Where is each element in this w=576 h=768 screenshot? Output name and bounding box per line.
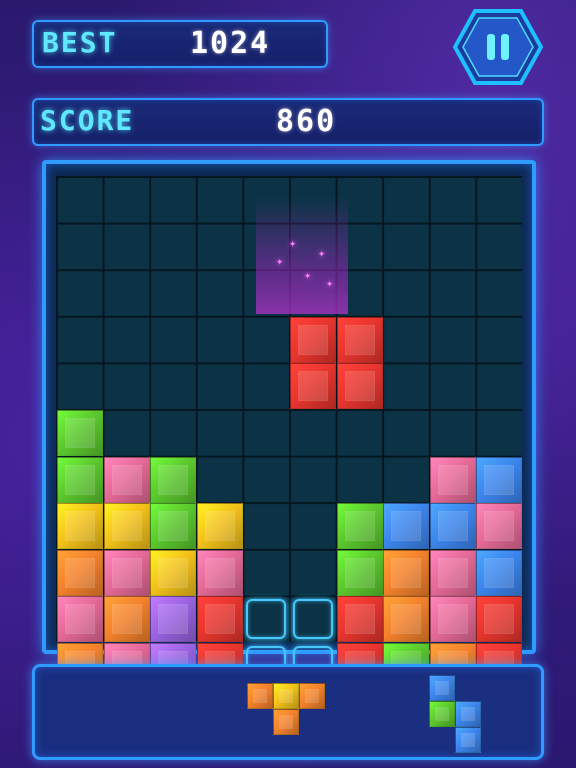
falling-block-red [336, 363, 383, 410]
mini-block-orange [299, 683, 325, 709]
ghost-cell [293, 599, 333, 640]
block-orange [383, 549, 430, 596]
block-red [336, 596, 383, 643]
mini-block-blue [429, 675, 455, 701]
best-label: BEST [42, 26, 118, 59]
best-value: 1024 [190, 26, 271, 61]
block-green [336, 503, 383, 550]
falling-block-red [290, 363, 336, 410]
block-blue [476, 549, 523, 596]
block-pink [429, 456, 476, 503]
game-board: ✦ ✦ ✦ ✦ ✦ [42, 160, 536, 689]
falling-block-red [336, 316, 383, 363]
block-purple [150, 596, 197, 643]
block-blue [429, 503, 476, 550]
block-red [476, 596, 523, 643]
sparkle-icon: ✦ [304, 268, 312, 282]
sparkle-icon: ✦ [318, 246, 326, 260]
mini-block-yellow [273, 683, 299, 709]
block-orange [383, 596, 430, 643]
mini-block-orange [273, 709, 299, 735]
score-label: SCORE [40, 104, 135, 137]
block-pink [57, 596, 103, 643]
block-orange [57, 549, 103, 596]
block-yellow [103, 503, 150, 550]
block-pink [196, 549, 243, 596]
mini-block-blue [455, 701, 481, 727]
drop-glow [256, 196, 348, 314]
block-green [57, 456, 103, 503]
block-blue [383, 503, 430, 550]
block-pink [429, 596, 476, 643]
block-yellow [57, 503, 103, 550]
mini-block-green [429, 701, 455, 727]
best-panel: BEST 1024 [32, 20, 328, 68]
pause-icon [452, 9, 544, 85]
block-pink [103, 549, 150, 596]
block-yellow [150, 549, 197, 596]
block-pink [476, 503, 523, 550]
block-blue [476, 456, 523, 503]
sparkle-icon: ✦ [276, 254, 284, 268]
pause-button[interactable] [452, 8, 544, 86]
next-pieces-tray [32, 664, 544, 760]
sparkle-icon: ✦ [326, 276, 334, 290]
block-green [150, 456, 197, 503]
ghost-cell [246, 599, 287, 640]
block-yellow [196, 503, 243, 550]
block-pink [103, 456, 150, 503]
block-green [336, 549, 383, 596]
block-green [57, 410, 103, 456]
mini-block-blue [455, 727, 481, 753]
block-pink [429, 549, 476, 596]
falling-block-red [290, 316, 336, 363]
board-grid[interactable]: ✦ ✦ ✦ ✦ ✦ [56, 176, 523, 689]
score-panel: SCORE 860 [32, 98, 544, 146]
score-value: 860 [276, 104, 337, 139]
sparkle-icon: ✦ [289, 236, 297, 250]
mini-block-orange [247, 683, 273, 709]
block-green [150, 503, 197, 550]
block-red [196, 596, 243, 643]
block-orange [103, 596, 150, 643]
